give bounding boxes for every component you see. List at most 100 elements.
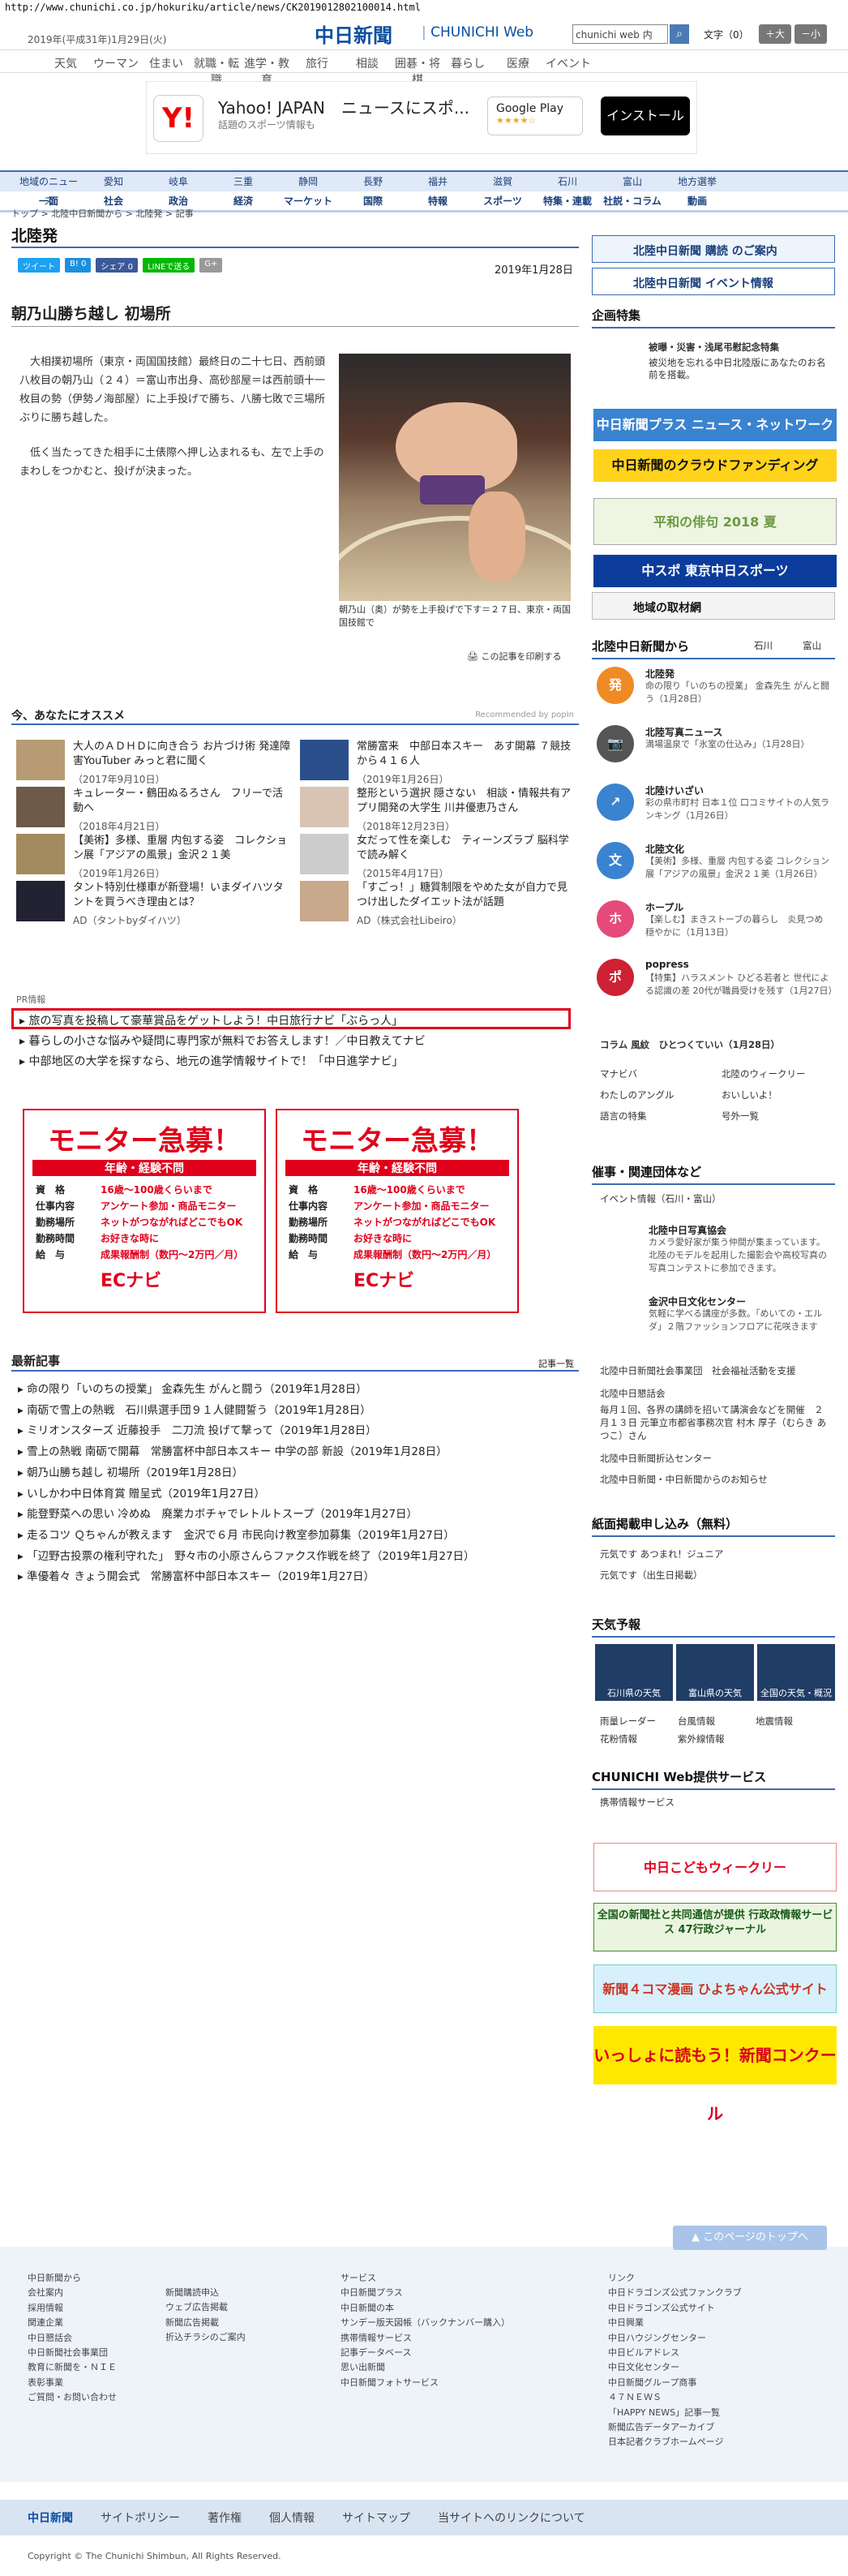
recommend-title[interactable]: 整形という選択 隠さない 相談・情報共有アプリ開発の大学生 川井優恵乃さん — [357, 787, 576, 816]
footer-link[interactable]: 中日新聞の本 — [340, 2301, 510, 2316]
recommend-item[interactable]: 整形という選択 隠さない 相談・情報共有アプリ開発の大学生 川井優恵乃さん （20… — [300, 787, 576, 834]
footer-link[interactable]: 中日文化センター — [608, 2360, 742, 2375]
recommend-title[interactable]: 女だって性を楽しむ ティーンズラブ 脳科学で読み解く — [357, 834, 576, 863]
global-nav-item[interactable]: 進学・教育 — [242, 50, 292, 87]
side-news-item[interactable]: 📷 北陸写真ニュース 満場温泉で「氷室の仕込み」（1月28日） — [593, 725, 837, 774]
column-link[interactable]: コラム 風紋 ひとつくていい（1月28日） — [600, 1038, 780, 1051]
latest-article-link[interactable]: ▸ 南砺で雪上の熱戦 石川県選手団９１人健闘誓う（2019年1月28日） — [18, 1401, 371, 1417]
recommend-title[interactable]: キュレーター・鶴田ぬるろさん フリーで活動へ — [73, 787, 292, 816]
latest-article-link[interactable]: ▸ 「辺野古投票の権利守れた」 野々市の小原さんらファクス作戦を終了（2019年… — [18, 1547, 475, 1563]
haiku-banner[interactable]: 平和の俳句 2018 夏 — [593, 498, 837, 545]
line-button[interactable]: LINEで送る — [142, 258, 195, 273]
pr-link[interactable]: ▸ 暮らしの小さな悩みや疑問に専門家が無料でお答えします！／中日教えてナビ — [19, 1033, 426, 1049]
kikaku-link[interactable]: 被曝・災害・浅尾弔慰記念特集 — [649, 341, 779, 354]
recommend-title[interactable]: 大人のＡＤＨＤに向き合う お片づけ術 発達障害YouTuber みっと君に聞く — [73, 740, 292, 769]
latest-article-link[interactable]: ▸ 能登野菜への思い 冷めぬ 廃業カボチャでレトルトスープ（2019年1月27日… — [18, 1505, 418, 1521]
side-news-item[interactable]: ポ popress 【特集】ハラスメント ひどる若者と 世代による認識の差 20代が… — [593, 959, 837, 1007]
footer-bar-link[interactable]: 当サイトへのリンクについて — [438, 2509, 585, 2526]
footer-bar-link[interactable]: 中日新聞 — [28, 2509, 73, 2526]
print-link[interactable]: 🖨 この記事を印刷する — [467, 650, 561, 663]
region-nav-item[interactable]: 石川 — [535, 172, 600, 191]
footer-link[interactable]: ご質問・お問い合わせ — [28, 2390, 117, 2405]
region-nav-item[interactable]: 福井 — [405, 172, 470, 191]
global-nav-item[interactable]: 住まい — [141, 50, 191, 72]
newspaper-contest-banner[interactable]: いっしょに読もう！新聞コンクール — [593, 2026, 837, 2123]
footer-link[interactable]: 中日興業 — [608, 2316, 742, 2330]
region-nav-item[interactable]: 滋賀 — [470, 172, 535, 191]
page-top-button[interactable]: ▲ このページのトップへ — [673, 2226, 827, 2250]
region-nav-item[interactable]: 長野 — [340, 172, 405, 191]
side-news-title[interactable]: 北陸文化 — [645, 842, 684, 856]
weather-link[interactable]: 紫外線情報 — [678, 1732, 725, 1745]
junior-link[interactable]: 元気です あつまれ！ジュニア — [600, 1548, 723, 1561]
region-nav-item[interactable]: 愛知 — [81, 172, 146, 191]
recommend-item[interactable]: 【美術】多様、重層 内包する姿 コレクション展「アジアの風景」金沢２１美 （201… — [16, 834, 292, 881]
footer-link[interactable]: サービス — [340, 2271, 510, 2286]
events-button[interactable]: 北陸中日新聞 イベント情報 — [592, 268, 835, 295]
global-nav-item[interactable]: イベント — [543, 50, 593, 72]
local-bureau-link[interactable]: 地域の取材網 — [592, 592, 835, 620]
gplus-button[interactable]: G+ — [199, 258, 223, 273]
global-nav-item[interactable]: 就職・転職 — [191, 50, 242, 87]
region-nav-item[interactable]: 岐阜 — [146, 172, 211, 191]
region-nav-item[interactable]: 富山 — [600, 172, 665, 191]
global-nav-item[interactable]: 暮らし — [443, 50, 493, 72]
gyosei-journal-banner[interactable]: 全国の新聞社と共同通信が提供 行政政情報サービス 47行政ジャーナル — [593, 1903, 837, 1951]
side-news-title[interactable]: 北陸発 — [645, 667, 675, 680]
event-info-link[interactable]: イベント情報（石川・富山） — [600, 1192, 722, 1205]
font-up-button[interactable]: ＋大 — [759, 24, 791, 44]
latest-article-text[interactable]: 能登野菜への思い 冷めぬ 廃業カボチャでレトルトスープ（2019年1月27日） — [27, 1508, 418, 1521]
side-link[interactable]: 号外一覧 — [722, 1110, 759, 1123]
latest-article-link[interactable]: ▸ 走るコツ Ｑちゃんが教えます 金沢で６月 市民向け教室参加募集（2019年1… — [18, 1526, 455, 1542]
font-down-button[interactable]: －小 — [794, 24, 827, 44]
latest-article-link[interactable]: ▸ 朝乃山勝ち越し 初場所（2019年1月28日） — [18, 1463, 243, 1479]
org-link[interactable]: 北陸中日懇話会 — [600, 1387, 832, 1400]
monitor-ad[interactable]: モニター急募！ 年齢・経験不問資 格 16歳～100歳くらいまで 仕事内容 アンケート参… — [23, 1109, 266, 1313]
org-link[interactable]: 北陸中日新聞折込センター — [600, 1452, 832, 1465]
footer-link[interactable]: 中日新聞社会事業団 — [28, 2346, 117, 2360]
side-link[interactable]: わたしのアングル — [600, 1088, 675, 1101]
footer-link[interactable]: 折込チラシのご案内 — [165, 2330, 246, 2345]
latest-article-text[interactable]: いしかわ中日体育賞 贈呈式（2019年1月27日） — [27, 1488, 265, 1501]
latest-article-link[interactable]: ▸ 命の限り「いのちの授業」 金森先生 がんと闘う（2019年1月28日） — [18, 1380, 367, 1396]
install-button[interactable]: インストール — [601, 97, 690, 135]
side-news-text[interactable]: 【美術】多様、重層 内包する姿 コレクション展「アジアの風景」金沢２１美（1月2… — [645, 855, 833, 881]
footer-link[interactable]: 新聞広告データアーカイブ — [608, 2420, 742, 2435]
latest-article-text[interactable]: 準優着々 きょう開会式 常勝富杯中部日本スキー（2019年1月27日） — [27, 1570, 375, 1583]
recommend-item[interactable]: 女だって性を楽しむ ティーンズラブ 脳科学で読み解く （2015年4月17日） — [300, 834, 576, 881]
side-news-title[interactable]: 北陸けいざい — [645, 784, 704, 797]
pr-link[interactable]: ▸ 旅の写真を投稿して豪華賞品をゲットしよう！中日旅行ナビ「ぶらっ人」 — [19, 1012, 403, 1028]
org-item[interactable]: 北陸中日写真協会 カメラ愛好家が集う仲間が集まっています。北陸のモデルを起用した撮… — [593, 1223, 837, 1288]
footer-link[interactable]: 中日ドラゴンズ公式ファンクラブ — [608, 2286, 742, 2300]
recommend-title[interactable]: 「すごっ！」糖質制限をやめた女が自力で見つけ出したダイエット法が話題 — [357, 881, 576, 910]
footer-link[interactable]: 日本記者クラブホームページ — [608, 2435, 742, 2449]
google-play-badge[interactable]: Google Play ★★★★☆ — [487, 97, 583, 135]
category-nav-item[interactable]: 国際 — [340, 191, 405, 210]
article-list-link[interactable]: 記事一覧 — [538, 1357, 574, 1370]
latest-article-link[interactable]: ▸ 準優着々 きょう開会式 常勝富杯中部日本スキー（2019年1月27日） — [18, 1567, 375, 1583]
side-news-title[interactable]: popress — [645, 959, 689, 970]
footer-link[interactable]: 表彰事業 — [28, 2376, 117, 2390]
popin-credit[interactable]: Recommended by popIn — [475, 711, 574, 719]
side-news-item[interactable]: 発北陸発 命の限り「いのちの授業」 金森先生 がんと闘う（1月28日） — [593, 667, 837, 715]
footer-bar-link[interactable]: 個人情報 — [269, 2509, 315, 2526]
footer-link[interactable]: 中日ビルアドレス — [608, 2346, 742, 2360]
weather-toyama[interactable]: 富山県の天気 — [676, 1644, 754, 1701]
category-nav-item[interactable]: 特報 — [405, 191, 470, 210]
global-nav-item[interactable]: 医療 — [493, 50, 543, 72]
footer-link[interactable]: サンデー版天図帳（バックナンバー購入） — [340, 2316, 510, 2330]
footer-link[interactable]: ４７ＮＥＷＳ — [608, 2390, 742, 2405]
side-news-text[interactable]: 命の限り「いのちの授業」 金森先生 がんと闘う（1月28日） — [645, 680, 833, 706]
latest-article-text[interactable]: 命の限り「いのちの授業」 金森先生 がんと闘う（2019年1月28日） — [27, 1383, 367, 1396]
weather-ishikawa[interactable]: 石川県の天気 — [595, 1644, 673, 1701]
weather-national[interactable]: 全国の天気・概況 — [757, 1644, 835, 1701]
latest-article-link[interactable]: ▸ いしかわ中日体育賞 贈呈式（2019年1月27日） — [18, 1484, 265, 1501]
latest-article-text[interactable]: ミリオンスターズ 近藤投手 二刀流 投げて撃って（2019年1月28日） — [27, 1424, 377, 1437]
monitor-ad[interactable]: モニター急募！ 年齢・経験不問資 格 16歳～100歳くらいまで 仕事内容 アンケート参… — [276, 1109, 519, 1313]
latest-article-text[interactable]: 南砺で雪上の熱戦 石川県選手団９１人健闘誓う（2019年1月28日） — [27, 1404, 371, 1417]
tab-toyama[interactable]: 富山 — [803, 639, 821, 652]
footer-bar-link[interactable]: サイトポリシー — [101, 2509, 180, 2526]
org-link[interactable]: 北陸中日新聞・中日新聞からのお知らせ — [600, 1473, 832, 1486]
category-nav-item[interactable]: 経済 — [211, 191, 276, 210]
global-nav-item[interactable]: ウーマン — [91, 50, 141, 72]
